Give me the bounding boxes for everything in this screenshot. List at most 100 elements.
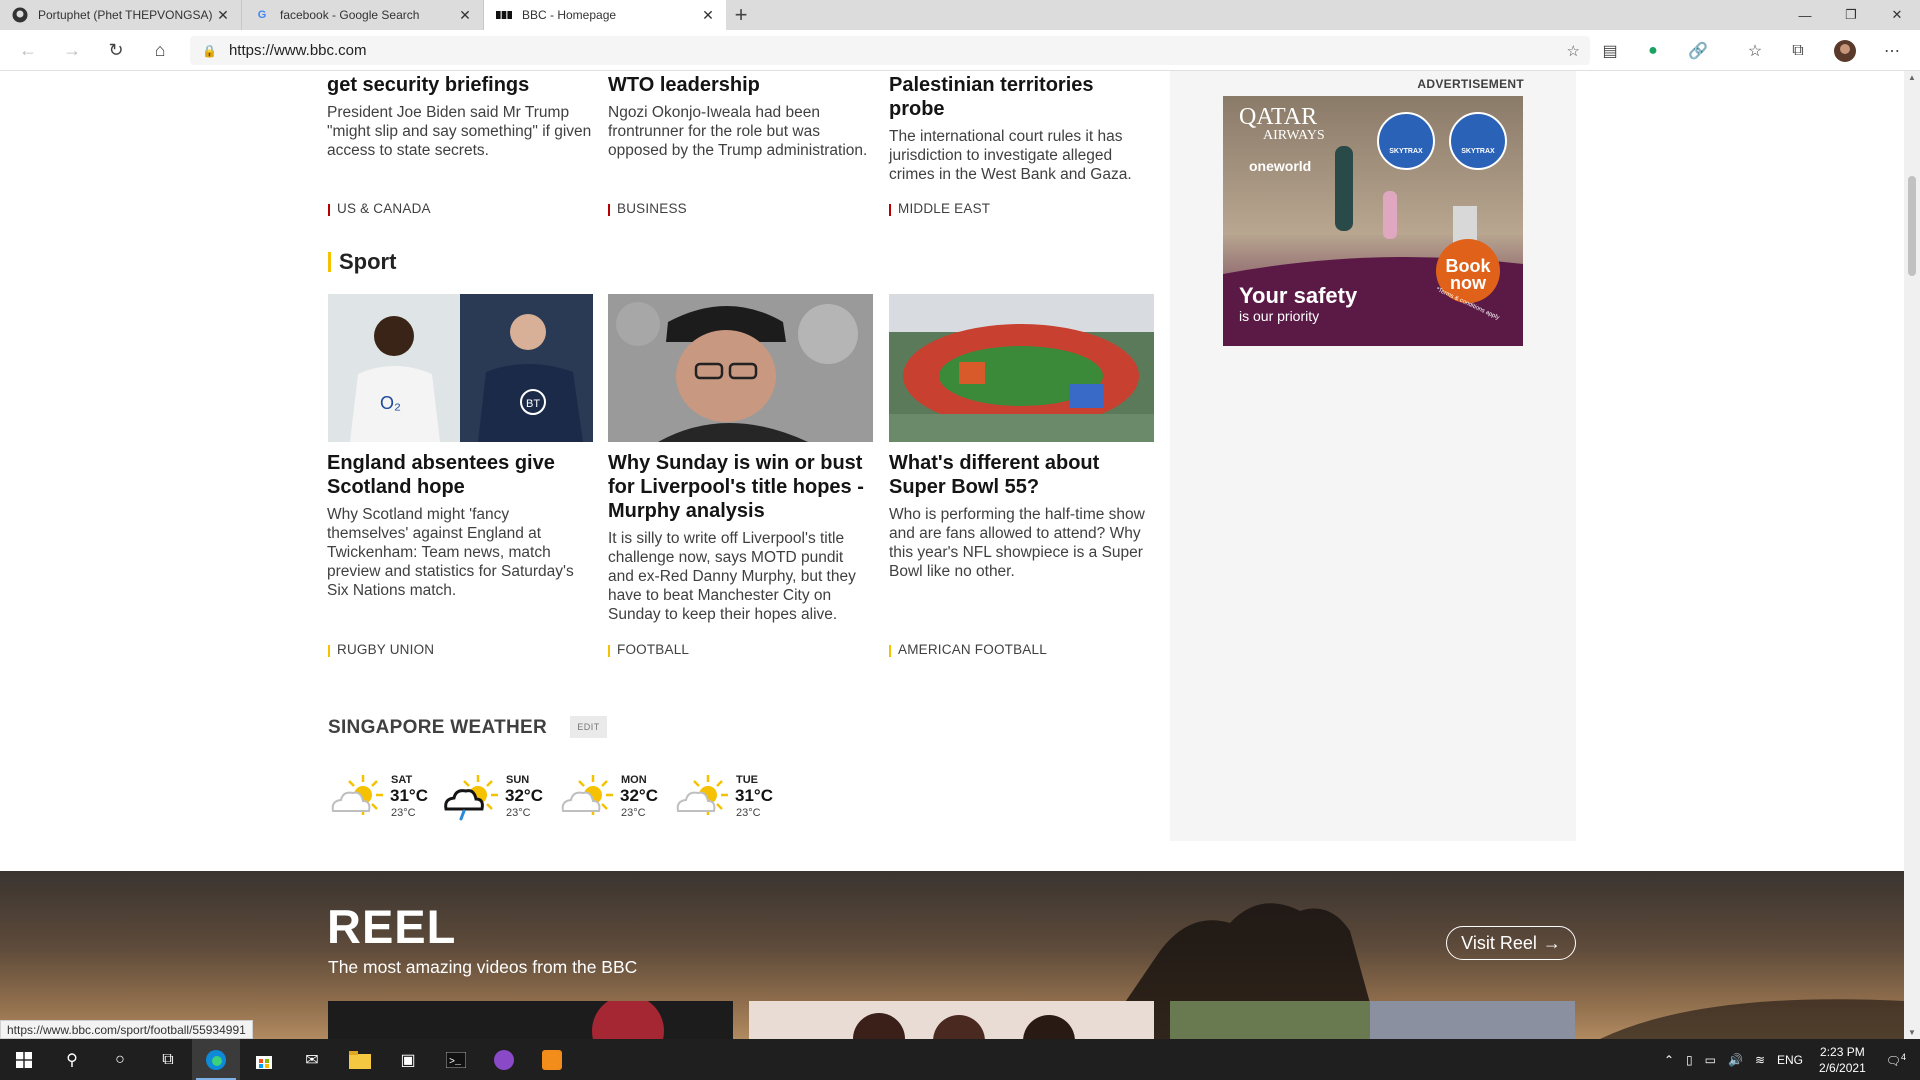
news-headline[interactable]: Palestinian territories probe — [889, 73, 1154, 121]
reel-title[interactable]: REEL — [327, 899, 456, 954]
new-tab-button[interactable]: + — [726, 0, 756, 30]
tab-bbc[interactable]: BBC - Homepage ✕ — [484, 0, 726, 30]
news-headline[interactable]: WTO leadership — [608, 73, 873, 97]
sport-image-rugby[interactable]: O₂ BT — [328, 294, 593, 442]
sport-headline[interactable]: Why Sunday is win or bust for Liverpool'… — [608, 451, 873, 523]
tab-google[interactable]: G facebook - Google Search ✕ — [242, 0, 484, 30]
sport-card[interactable]: England absentees give Scotland hope Why… — [327, 451, 592, 600]
sport-tag[interactable]: AMERICAN FOOTBALL — [889, 642, 1047, 657]
weather-day[interactable]: SAT 31°C 23°C — [327, 773, 442, 828]
weather-title[interactable]: SINGAPORE WEATHER — [328, 717, 547, 739]
reel-video-thumb[interactable] — [1170, 1001, 1575, 1039]
weather-edit-button[interactable]: EDIT — [570, 716, 607, 738]
news-card[interactable]: get security briefings President Joe Bid… — [327, 73, 592, 160]
device-icon[interactable]: ▯ — [1680, 1053, 1699, 1067]
qatar-airways-ad[interactable]: QATAR AIRWAYS oneworld SKYTRAX SKYTRAX B… — [1223, 96, 1523, 346]
sport-image-football[interactable] — [608, 294, 873, 442]
favorite-star-icon[interactable]: ☆ — [1567, 42, 1580, 60]
weather-day-label: SAT — [391, 774, 413, 786]
edge-browser-icon[interactable] — [192, 1039, 240, 1080]
sport-image-stadium[interactable] — [889, 294, 1154, 442]
weather-day[interactable]: SUN 32°C 23°C — [442, 773, 557, 828]
sport-tag[interactable]: RUGBY UNION — [328, 642, 434, 657]
sun-rain-cloud-icon — [444, 775, 498, 821]
profile-avatar[interactable] — [1825, 30, 1865, 71]
sport-headline[interactable]: What's different about Super Bowl 55? — [889, 451, 1154, 499]
sport-card[interactable]: What's different about Super Bowl 55? Wh… — [889, 451, 1154, 581]
sport-summary: It is silly to write off Liverpool's tit… — [608, 530, 856, 623]
weather-day[interactable]: TUE 31°C 23°C — [672, 773, 787, 828]
arrow-right-icon: → — [1542, 932, 1561, 953]
more-menu-icon[interactable]: ⋯ — [1872, 30, 1912, 71]
close-tab-icon[interactable]: ✕ — [215, 7, 231, 24]
url-field[interactable]: 🔒 https://www.bbc.com ☆ — [190, 36, 1590, 65]
notifications-icon[interactable]: 🗨4 — [1876, 1052, 1920, 1068]
tab-github[interactable]: Portuphet (Phet THEPVONGSA) ✕ — [0, 0, 242, 30]
close-tab-icon[interactable]: ✕ — [457, 7, 473, 24]
language-indicator[interactable]: ENG — [1771, 1053, 1809, 1067]
link-extension-icon[interactable]: 🔗 — [1678, 30, 1718, 71]
news-tag[interactable]: BUSINESS — [608, 201, 687, 216]
start-icon[interactable] — [0, 1039, 48, 1080]
chevron-up-icon[interactable]: ⌃ — [1658, 1053, 1680, 1067]
grammarly-icon[interactable]: ● — [1633, 30, 1673, 71]
svg-text:O₂: O₂ — [380, 393, 401, 413]
weather-day-label: TUE — [736, 774, 758, 786]
mail-icon[interactable]: ✉ — [288, 1039, 336, 1080]
sport-summary: Who is performing the half-time show and… — [889, 506, 1145, 580]
svg-text:BT: BT — [526, 398, 540, 410]
volume-icon[interactable]: 🔊 — [1722, 1053, 1749, 1067]
clock[interactable]: 2:23 PM 2/6/2021 — [1809, 1044, 1876, 1076]
news-card[interactable]: WTO leadership Ngozi Okonjo-Iweala had b… — [608, 73, 873, 160]
clock-time: 2:23 PM — [1820, 1044, 1865, 1059]
tab-strip: Portuphet (Phet THEPVONGSA) ✕ G facebook… — [0, 0, 1920, 30]
scroll-down-icon[interactable]: ▼ — [1904, 1028, 1920, 1037]
back-button[interactable]: ← — [6, 30, 50, 71]
wifi-icon[interactable]: ≋ — [1749, 1053, 1771, 1067]
weather-low: 23°C — [736, 807, 761, 819]
sport-headline[interactable]: England absentees give Scotland hope — [327, 451, 592, 499]
home-button[interactable]: ⌂ — [138, 30, 182, 71]
app-icon[interactable]: ▣ — [384, 1039, 432, 1080]
weather-day[interactable]: MON 32°C 23°C — [557, 773, 672, 828]
cortana-icon[interactable]: ○ — [96, 1039, 144, 1080]
page-scrollbar[interactable]: ▲ ▼ — [1904, 71, 1920, 1039]
task-view-icon[interactable]: ⧉ — [144, 1039, 192, 1080]
forward-button[interactable]: → — [50, 30, 94, 71]
app-icon[interactable] — [480, 1039, 528, 1080]
tab-title: BBC - Homepage — [522, 8, 617, 22]
minimize-icon[interactable]: — — [1782, 0, 1828, 30]
terminal-icon[interactable]: >_ — [432, 1039, 480, 1080]
close-window-icon[interactable]: ✕ — [1874, 0, 1920, 30]
close-tab-icon[interactable]: ✕ — [700, 7, 716, 24]
battery-icon[interactable]: ▭ — [1699, 1053, 1722, 1067]
news-headline[interactable]: get security briefings — [327, 73, 592, 97]
weather-low: 23°C — [391, 807, 416, 819]
store-icon[interactable] — [240, 1039, 288, 1080]
ad-brand-sub: AIRWAYS — [1263, 128, 1325, 143]
visit-reel-button[interactable]: Visit Reel → — [1446, 926, 1576, 960]
news-card[interactable]: Palestinian territories probe The intern… — [889, 73, 1154, 184]
reel-section: REEL The most amazing videos from the BB… — [0, 871, 1904, 1039]
scrollbar-thumb[interactable] — [1908, 176, 1916, 276]
sport-tag[interactable]: FOOTBALL — [608, 642, 689, 657]
reading-view-icon[interactable]: ▤ — [1590, 30, 1630, 71]
reel-video-thumb[interactable] — [328, 995, 733, 1039]
reel-video-thumb[interactable] — [749, 1001, 1154, 1039]
maximize-icon[interactable]: ❐ — [1828, 0, 1874, 30]
news-tag[interactable]: MIDDLE EAST — [889, 201, 990, 216]
favorites-icon[interactable]: ☆ — [1735, 30, 1775, 71]
news-tag[interactable]: US & CANADA — [328, 201, 431, 216]
ad-badge: SKYTRAX — [1389, 148, 1423, 155]
sublime-text-icon[interactable] — [528, 1039, 576, 1080]
file-explorer-icon[interactable] — [336, 1039, 384, 1080]
collections-icon[interactable]: ⧉ — [1778, 30, 1818, 71]
sport-section-title[interactable]: Sport — [328, 249, 396, 275]
notification-count: 4 — [1900, 1051, 1906, 1062]
refresh-button[interactable]: ↻ — [94, 30, 138, 71]
search-icon[interactable]: ⚲ — [48, 1039, 96, 1080]
sport-card[interactable]: Why Sunday is win or bust for Liverpool'… — [608, 451, 873, 624]
scroll-up-icon[interactable]: ▲ — [1904, 73, 1920, 82]
ad-cta[interactable]: Book now — [1443, 257, 1493, 292]
sun-cloud-icon — [331, 775, 383, 815]
